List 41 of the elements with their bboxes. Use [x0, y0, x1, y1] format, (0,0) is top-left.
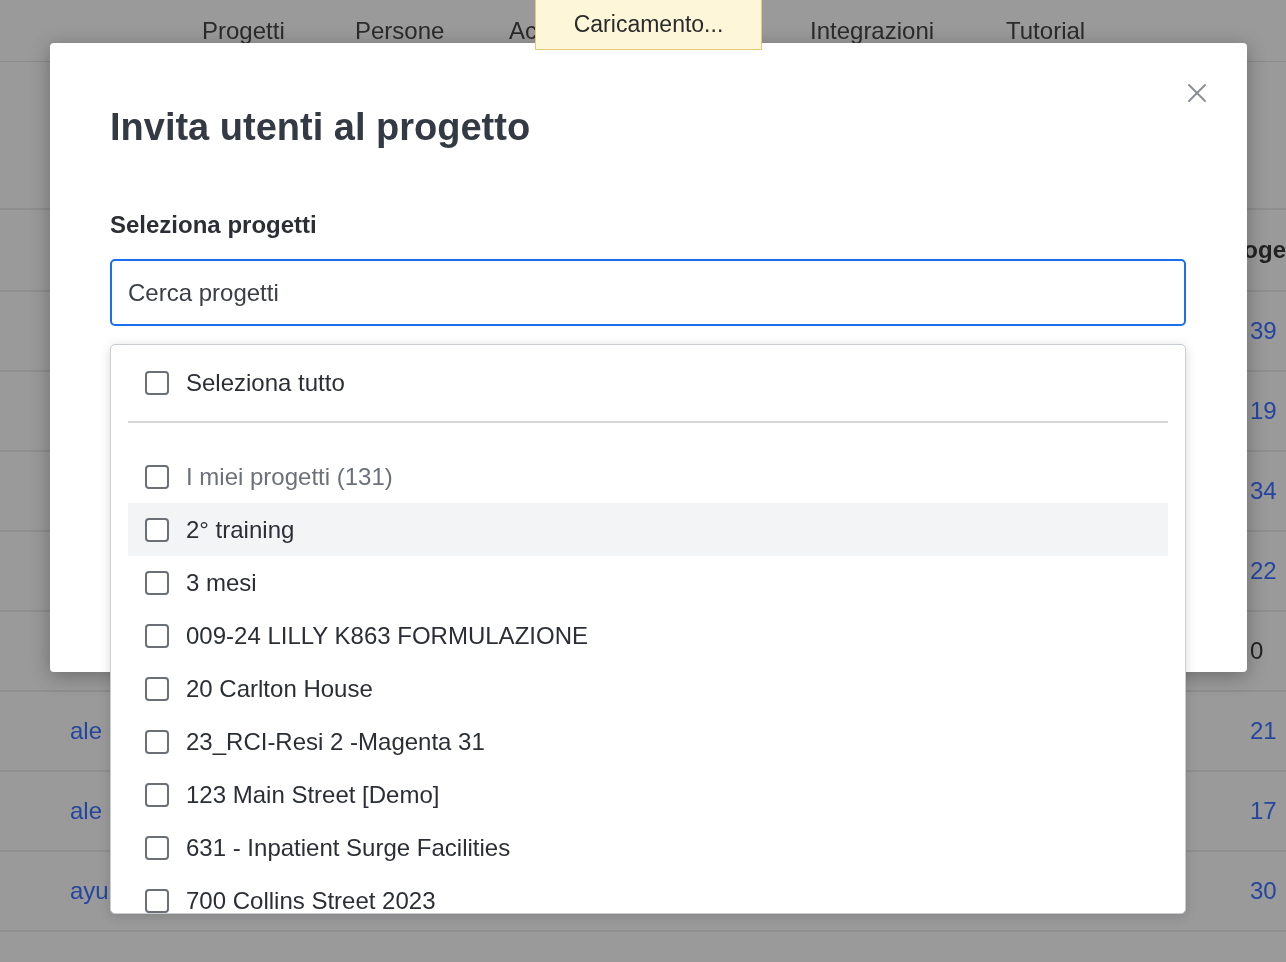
- count-link[interactable]: 19: [1250, 393, 1277, 429]
- option-label: 23_RCI-Resi 2 -Magenta 31: [186, 726, 485, 757]
- option-label: 20 Carlton House: [186, 673, 373, 704]
- count-link[interactable]: 30: [1250, 873, 1277, 909]
- checkbox[interactable]: [145, 371, 169, 395]
- option-label: 123 Main Street [Demo]: [186, 779, 440, 810]
- count-link[interactable]: 21: [1250, 713, 1277, 749]
- table-cell-text: 0: [1250, 636, 1264, 666]
- nav-link[interactable]: Persone: [355, 16, 445, 44]
- checkbox[interactable]: [145, 835, 169, 860]
- count-link[interactable]: 39: [1250, 313, 1277, 349]
- option-label: 009-24 LILLY K863 FORMULAZIONE: [186, 620, 588, 651]
- count-link[interactable]: 34: [1250, 473, 1277, 509]
- option-label[interactable]: Seleziona tutto: [186, 365, 345, 401]
- checkbox[interactable]: [145, 888, 169, 913]
- count-link[interactable]: 22: [1250, 553, 1277, 589]
- toast-text: Caricamento...: [573, 10, 724, 40]
- checkbox[interactable]: [145, 782, 169, 807]
- count-link[interactable]: 17: [1250, 793, 1277, 829]
- option-label: 3 mesi: [186, 567, 257, 598]
- nav-link[interactable]: Tutorial: [1006, 16, 1086, 44]
- nav-link[interactable]: Progetti: [202, 16, 285, 44]
- field-label: Seleziona progetti: [110, 210, 318, 240]
- nav-link[interactable]: Ac: [509, 16, 537, 44]
- user-link[interactable]: ale: [70, 717, 103, 744]
- checkbox[interactable]: [145, 570, 169, 595]
- checkbox[interactable]: [145, 517, 169, 542]
- option-label: 631 - Inpatient Surge Facilities: [186, 832, 511, 863]
- checkbox[interactable]: [145, 676, 169, 701]
- option-label: 2° training: [186, 514, 295, 545]
- checkbox[interactable]: [145, 464, 169, 489]
- checkbox[interactable]: [145, 729, 169, 754]
- user-link[interactable]: ale: [70, 797, 103, 824]
- hovered-option[interactable]: 2° training: [128, 503, 1168, 556]
- group-label: I miei progetti (131): [186, 461, 393, 492]
- checkbox[interactable]: [145, 623, 169, 648]
- option-label: 700 Collins Street 2023: [186, 885, 436, 913]
- nav-link[interactable]: Integrazioni: [810, 16, 935, 44]
- modal-title: Invita utenti al progetto: [110, 105, 532, 150]
- search-field[interactable]: Cerca progetti: [110, 259, 1186, 326]
- user-link[interactable]: ayu: [70, 877, 109, 904]
